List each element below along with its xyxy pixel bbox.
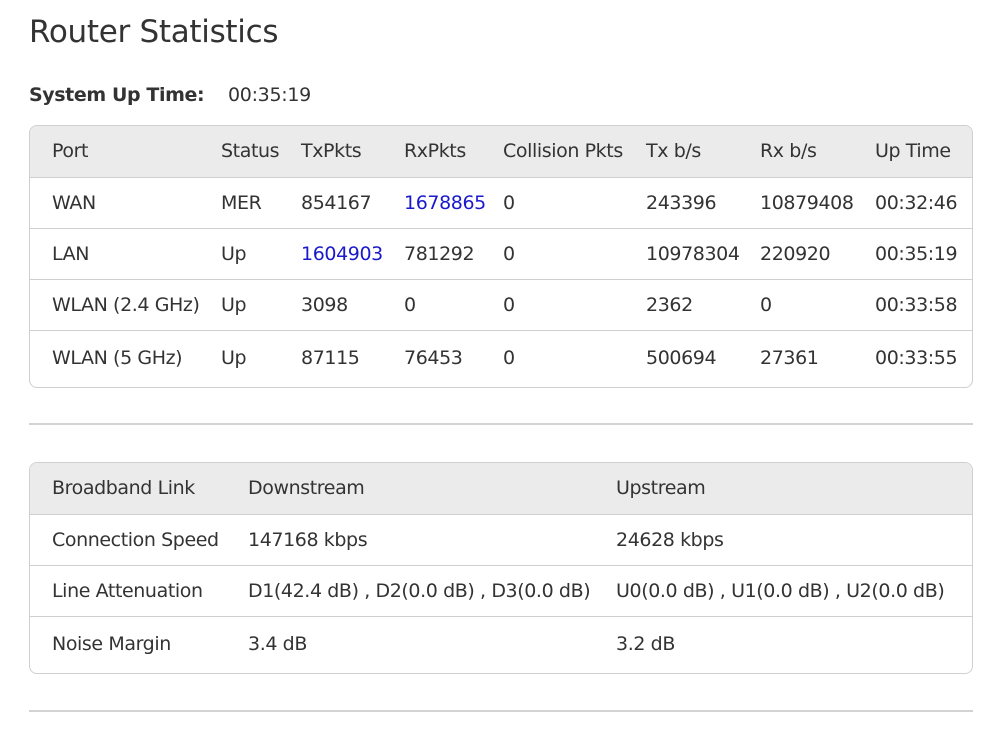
cell-label: Noise Margin: [30, 616, 248, 672]
cell-port: WLAN (5 GHz): [30, 330, 221, 386]
table-row-wan: WAN MER 854167 1678865 0 243396 10879408…: [30, 177, 972, 228]
cell-rxpkts-link[interactable]: 1678865: [404, 177, 503, 228]
cell-label: Connection Speed: [30, 514, 248, 565]
broadband-link-card: Broadband Link Downstream Upstream Conne…: [29, 462, 973, 674]
cell-tx-bps: 500694: [646, 330, 760, 386]
cell-txpkts: 854167: [301, 177, 404, 228]
header-status: Status: [221, 126, 301, 177]
cell-rxpkts: 781292: [404, 228, 503, 279]
header-txpkts: TxPkts: [301, 126, 404, 177]
port-statistics-card: Port Status TxPkts RxPkts Collision Pkts…: [29, 125, 973, 388]
cell-tx-bps: 2362: [646, 279, 760, 330]
header-upstream: Upstream: [616, 463, 972, 514]
table-row-noise-margin: Noise Margin 3.4 dB 3.2 dB: [30, 616, 972, 672]
section-divider: [29, 423, 973, 425]
cell-rxpkts: 76453: [404, 330, 503, 386]
header-port: Port: [30, 126, 221, 177]
section-divider: [29, 710, 973, 712]
table-header-row: Broadband Link Downstream Upstream: [30, 463, 972, 514]
cell-status: Up: [221, 279, 301, 330]
cell-txpkts: 87115: [301, 330, 404, 386]
cell-rxpkts: 0: [404, 279, 503, 330]
port-statistics-table: Port Status TxPkts RxPkts Collision Pkts…: [30, 126, 972, 386]
table-row-wlan-2-4ghz: WLAN (2.4 GHz) Up 3098 0 0 2362 0 00:33:…: [30, 279, 972, 330]
page-title: Router Statistics: [29, 14, 278, 50]
cell-uptime: 00:32:46: [875, 177, 972, 228]
header-tx-bps: Tx b/s: [646, 126, 760, 177]
cell-status: MER: [221, 177, 301, 228]
system-uptime: System Up Time: 00:35:19: [29, 84, 311, 106]
cell-collision: 0: [503, 330, 646, 386]
cell-rx-bps: 27361: [760, 330, 875, 386]
table-row-connection-speed: Connection Speed 147168 kbps 24628 kbps: [30, 514, 972, 565]
cell-collision: 0: [503, 228, 646, 279]
cell-port: LAN: [30, 228, 221, 279]
broadband-link-table: Broadband Link Downstream Upstream Conne…: [30, 463, 972, 672]
cell-port: WAN: [30, 177, 221, 228]
header-rx-bps: Rx b/s: [760, 126, 875, 177]
header-downstream: Downstream: [248, 463, 616, 514]
header-broadband-link: Broadband Link: [30, 463, 248, 514]
system-uptime-label: System Up Time:: [29, 84, 228, 106]
cell-uptime: 00:33:55: [875, 330, 972, 386]
table-row-wlan-5ghz: WLAN (5 GHz) Up 87115 76453 0 500694 273…: [30, 330, 972, 386]
cell-tx-bps: 243396: [646, 177, 760, 228]
cell-status: Up: [221, 330, 301, 386]
header-up-time: Up Time: [875, 126, 972, 177]
cell-rx-bps: 10879408: [760, 177, 875, 228]
header-rxpkts: RxPkts: [404, 126, 503, 177]
table-row-lan: LAN Up 1604903 781292 0 10978304 220920 …: [30, 228, 972, 279]
table-header-row: Port Status TxPkts RxPkts Collision Pkts…: [30, 126, 972, 177]
cell-downstream: 147168 kbps: [248, 514, 616, 565]
cell-downstream: 3.4 dB: [248, 616, 616, 672]
cell-port: WLAN (2.4 GHz): [30, 279, 221, 330]
cell-collision: 0: [503, 279, 646, 330]
cell-upstream: 24628 kbps: [616, 514, 972, 565]
cell-downstream: D1(42.4 dB) , D2(0.0 dB) , D3(0.0 dB): [248, 565, 616, 616]
cell-status: Up: [221, 228, 301, 279]
cell-uptime: 00:35:19: [875, 228, 972, 279]
cell-txpkts: 3098: [301, 279, 404, 330]
cell-uptime: 00:33:58: [875, 279, 972, 330]
cell-txpkts-link[interactable]: 1604903: [301, 228, 404, 279]
table-row-line-attenuation: Line Attenuation D1(42.4 dB) , D2(0.0 dB…: [30, 565, 972, 616]
header-collision-pkts: Collision Pkts: [503, 126, 646, 177]
cell-label: Line Attenuation: [30, 565, 248, 616]
cell-upstream: U0(0.0 dB) , U1(0.0 dB) , U2(0.0 dB): [616, 565, 972, 616]
system-uptime-value: 00:35:19: [228, 84, 311, 106]
cell-tx-bps: 10978304: [646, 228, 760, 279]
cell-rx-bps: 0: [760, 279, 875, 330]
cell-rx-bps: 220920: [760, 228, 875, 279]
cell-collision: 0: [503, 177, 646, 228]
cell-upstream: 3.2 dB: [616, 616, 972, 672]
